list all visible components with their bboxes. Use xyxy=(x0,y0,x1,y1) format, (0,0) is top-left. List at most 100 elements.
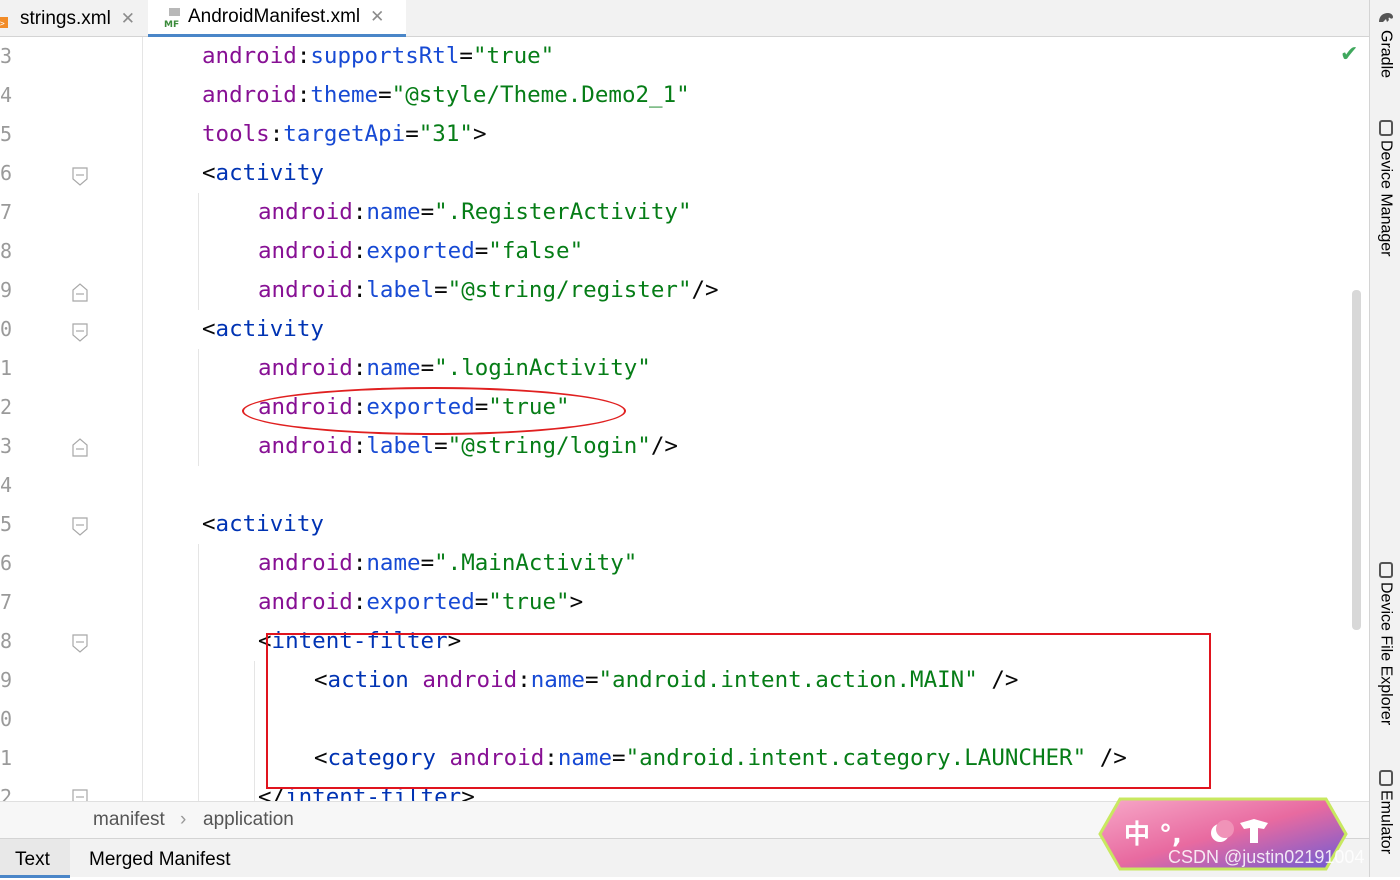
code-line[interactable]: android:name=".loginActivity" xyxy=(258,349,651,388)
close-icon[interactable]: ✕ xyxy=(121,9,135,29)
code-token: activity xyxy=(215,511,324,537)
code-token: : xyxy=(352,238,367,264)
tab-strings-xml[interactable]: <> strings.xml ✕ xyxy=(0,0,148,37)
line-number: 5 xyxy=(0,512,13,536)
code-token: : xyxy=(296,43,311,69)
code-token: = xyxy=(378,82,392,108)
tab-text[interactable]: Text xyxy=(0,839,70,878)
badge-glyphs: 中 °, xyxy=(1124,820,1182,850)
svg-text:MF: MF xyxy=(164,20,179,29)
tool-label: Emulator xyxy=(1377,790,1395,855)
tool-label: Device File Explorer xyxy=(1377,582,1395,726)
code-token: label xyxy=(366,277,435,303)
emulator-icon xyxy=(1378,770,1393,786)
code-token: = xyxy=(434,277,448,303)
vertical-scrollbar[interactable] xyxy=(1352,290,1361,630)
code-token: name xyxy=(366,550,421,576)
line-number-gutter: 3 4 5 6 7 8 9 0 1 2 3 4 5 6 7 8 9 0 1 2 xyxy=(0,37,88,809)
code-token: android xyxy=(258,589,353,615)
code-token: "@string/register" xyxy=(447,277,692,303)
chevron-right-icon: › xyxy=(180,809,187,830)
code-line[interactable]: android:name=".MainActivity" xyxy=(258,544,637,583)
line-number: 8 xyxy=(0,239,13,263)
code-token: : xyxy=(352,355,367,381)
manifest-file-icon: MF xyxy=(162,7,182,30)
xml-file-icon: <> xyxy=(0,9,14,29)
code-token: : xyxy=(352,589,367,615)
device-manager-icon xyxy=(1378,120,1393,136)
code-line[interactable]: <activity xyxy=(202,505,324,544)
code-token: "false" xyxy=(488,238,584,264)
breadcrumb-item-manifest[interactable]: manifest xyxy=(93,809,165,831)
code-token: > xyxy=(472,121,487,147)
code-token: = xyxy=(420,550,435,576)
code-line[interactable]: <activity xyxy=(202,310,324,349)
code-token: : xyxy=(352,550,367,576)
close-icon[interactable]: ✕ xyxy=(370,7,384,27)
line-number: 2 xyxy=(0,395,13,419)
line-number: 0 xyxy=(0,707,13,731)
check-icon[interactable]: ✔ xyxy=(1340,42,1358,67)
code-token: > xyxy=(569,589,584,615)
code-token: /> xyxy=(650,433,678,459)
code-token: = xyxy=(405,121,419,147)
indent-guide xyxy=(198,544,199,801)
breadcrumb-item-application[interactable]: application xyxy=(203,809,294,831)
line-number: 5 xyxy=(0,122,13,146)
code-token: ".loginActivity" xyxy=(434,355,651,381)
code-line[interactable]: android:exported="false" xyxy=(258,232,583,271)
code-token: : xyxy=(352,433,367,459)
code-token: : xyxy=(296,82,311,108)
code-token: ".RegisterActivity" xyxy=(434,199,692,225)
code-token: theme xyxy=(310,82,379,108)
code-line[interactable]: android:name=".RegisterActivity" xyxy=(258,193,692,232)
line-number: 1 xyxy=(0,746,13,770)
tool-gradle[interactable]: Gradle xyxy=(1370,8,1400,78)
code-token: < xyxy=(202,160,216,186)
code-token: ".MainActivity" xyxy=(434,550,638,576)
code-line[interactable]: android:exported="true"> xyxy=(258,583,583,622)
line-number: 6 xyxy=(0,551,13,575)
tab-android-manifest[interactable]: MF AndroidManifest.xml ✕ xyxy=(148,0,406,37)
indent-guide xyxy=(198,349,199,466)
code-token: = xyxy=(459,43,473,69)
editor-tab-bar: <> strings.xml ✕ MF AndroidManifest.xml … xyxy=(0,0,1369,37)
code-token: tools xyxy=(202,121,270,147)
code-line[interactable]: android:theme="@style/Theme.Demo2_1" xyxy=(202,76,690,115)
tool-label: Device Manager xyxy=(1377,140,1395,257)
code-token: /> xyxy=(691,277,719,303)
code-line[interactable]: android:label="@string/register"/> xyxy=(258,271,719,310)
code-token: "31" xyxy=(418,121,473,147)
tab-label: AndroidManifest.xml xyxy=(188,6,361,27)
line-number: 9 xyxy=(0,668,13,692)
line-number: 4 xyxy=(0,83,13,107)
code-token: name xyxy=(366,355,421,381)
line-number: 0 xyxy=(0,317,13,341)
code-token: : xyxy=(352,199,367,225)
code-token: < xyxy=(202,316,216,342)
code-line[interactable]: <activity xyxy=(202,154,324,193)
code-token: android xyxy=(258,355,353,381)
code-token: android xyxy=(258,277,353,303)
line-number: 6 xyxy=(0,161,13,185)
tab-merged-manifest[interactable]: Merged Manifest xyxy=(89,839,231,878)
code-token: "true" xyxy=(472,43,555,69)
code-token: "true" xyxy=(488,589,570,615)
code-line[interactable]: tools:targetApi="31"> xyxy=(202,115,486,154)
line-number: 3 xyxy=(0,434,13,458)
indent-guide xyxy=(254,661,255,801)
tool-emulator[interactable]: Emulator xyxy=(1370,770,1400,854)
code-token: exported xyxy=(366,238,475,264)
indent-guide xyxy=(142,37,143,801)
code-token: = xyxy=(434,433,448,459)
code-token: targetApi xyxy=(283,121,406,147)
tab-label: strings.xml xyxy=(20,7,111,29)
tool-device-file-explorer[interactable]: Device File Explorer xyxy=(1370,562,1400,725)
tool-device-manager[interactable]: Device Manager xyxy=(1370,120,1400,257)
code-token: android xyxy=(202,43,297,69)
code-token: android xyxy=(202,82,297,108)
indent-guide xyxy=(198,193,199,310)
code-token: : xyxy=(352,277,367,303)
code-line[interactable]: android:supportsRtl="true" xyxy=(202,37,554,76)
code-token: : xyxy=(269,121,284,147)
